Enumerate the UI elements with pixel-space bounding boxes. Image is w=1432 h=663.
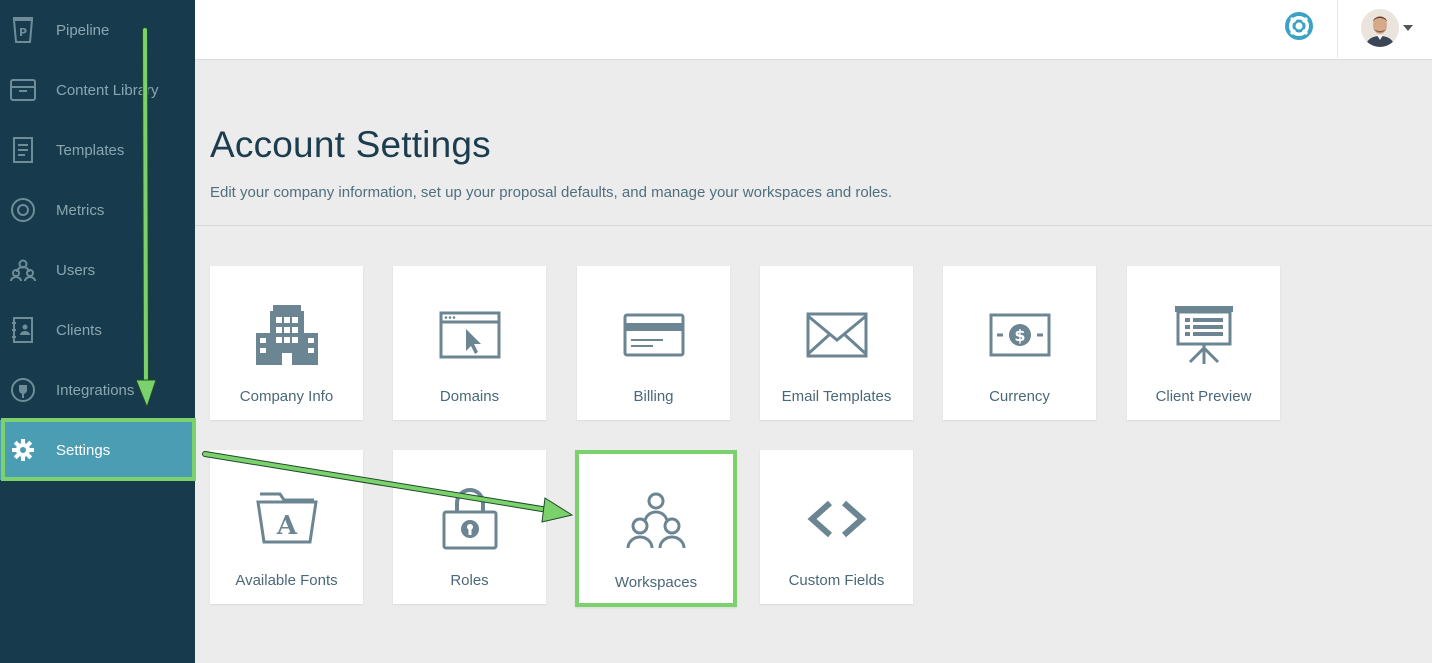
tile-workspaces[interactable]: Workspaces (575, 450, 737, 607)
plug-icon (10, 377, 36, 403)
sidebar-item-clients[interactable]: Clients (0, 300, 195, 360)
tile-currency[interactable]: $ Currency (943, 266, 1096, 420)
font-folder-icon: A (256, 488, 318, 550)
tile-email-templates[interactable]: Email Templates (760, 266, 913, 420)
group-users-icon (625, 490, 687, 552)
tile-billing[interactable]: Billing (577, 266, 730, 420)
svg-text:A: A (276, 511, 298, 541)
building-icon (256, 304, 318, 366)
tile-roles[interactable]: Roles (393, 450, 546, 604)
tile-label: Client Preview (1155, 388, 1252, 405)
page-subtitle: Edit your company information, set up yo… (210, 184, 893, 201)
metrics-icon (10, 197, 36, 223)
sidebar-item-label: Integrations (56, 381, 135, 399)
sidebar-item-content-library[interactable]: Content Library (0, 60, 195, 120)
sidebar-item-metrics[interactable]: Metrics (0, 180, 195, 240)
sidebar-item-label: Templates (56, 141, 125, 159)
envelope-icon (806, 304, 868, 366)
chevron-down-icon[interactable] (1403, 25, 1413, 31)
tile-client-preview[interactable]: Client Preview (1127, 266, 1280, 420)
archive-box-icon (10, 77, 36, 103)
code-brackets-icon (806, 488, 868, 550)
page-title: Account Settings (210, 124, 491, 165)
tile-label: Company Info (239, 388, 334, 405)
tile-label: Roles (450, 572, 489, 589)
credit-card-icon (623, 304, 685, 366)
tile-label: Custom Fields (788, 572, 885, 589)
tile-company-info[interactable]: Company Info (210, 266, 363, 420)
browser-cursor-icon (439, 304, 501, 366)
tile-label: Domains (439, 388, 500, 405)
sidebar-item-label: Users (56, 261, 96, 279)
lifebuoy-icon[interactable] (1285, 12, 1313, 40)
user-avatar[interactable] (1361, 9, 1399, 47)
tile-label: Billing (633, 388, 674, 405)
top-bar (195, 0, 1432, 60)
sidebar-item-label: Metrics (56, 201, 105, 219)
users-icon (10, 257, 36, 283)
pipeline-icon: P (10, 17, 36, 43)
header-divider (1337, 0, 1338, 58)
presentation-board-icon (1173, 304, 1235, 366)
tile-custom-fields[interactable]: Custom Fields (760, 450, 913, 604)
svg-text:P: P (19, 26, 27, 39)
tile-label: Currency (989, 388, 1050, 405)
sidebar-item-label: Content Library (56, 81, 159, 99)
padlock-icon (439, 488, 501, 550)
tile-available-fonts[interactable]: A Available Fonts (210, 450, 363, 604)
sidebar-item-pipeline[interactable]: P Pipeline (0, 0, 195, 60)
sidebar-item-templates[interactable]: Templates (0, 120, 195, 180)
tile-label: Email Templates (781, 388, 892, 405)
sidebar-item-label: Clients (56, 321, 102, 339)
tile-label: Available Fonts (235, 572, 338, 589)
tile-label: Workspaces (614, 574, 698, 591)
sidebar-item-integrations[interactable]: Integrations (0, 360, 195, 420)
sidebar: P Pipeline Content Library Templates Met… (0, 0, 195, 663)
tile-domains[interactable]: Domains (393, 266, 546, 420)
clients-icon (10, 317, 36, 343)
section-divider (195, 225, 1432, 226)
sidebar-item-users[interactable]: Users (0, 240, 195, 300)
settings-highlight-outline (1, 418, 196, 481)
templates-icon (10, 137, 36, 163)
dollar-bill-icon: $ (989, 304, 1051, 366)
svg-text:$: $ (1014, 326, 1025, 345)
sidebar-item-label: Pipeline (56, 21, 110, 39)
